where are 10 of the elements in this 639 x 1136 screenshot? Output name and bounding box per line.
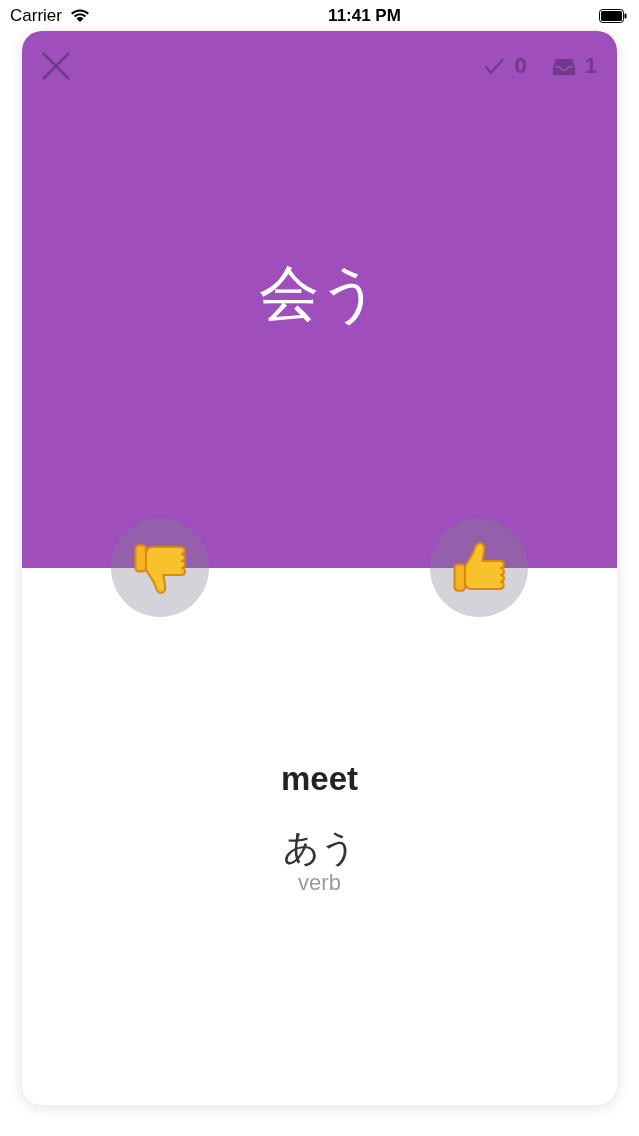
japanese-term: 会う — [258, 258, 381, 329]
battery-icon — [599, 8, 627, 23]
check-icon — [483, 56, 505, 76]
english-meaning: meet — [280, 760, 358, 798]
clock-time: 11:41 PM — [328, 5, 401, 26]
carrier-name: Carrier — [10, 5, 62, 26]
kana-reading: あう — [282, 828, 357, 868]
part-of-speech: verb — [298, 869, 341, 896]
tray-icon — [552, 57, 575, 75]
wifi-icon — [69, 8, 90, 23]
